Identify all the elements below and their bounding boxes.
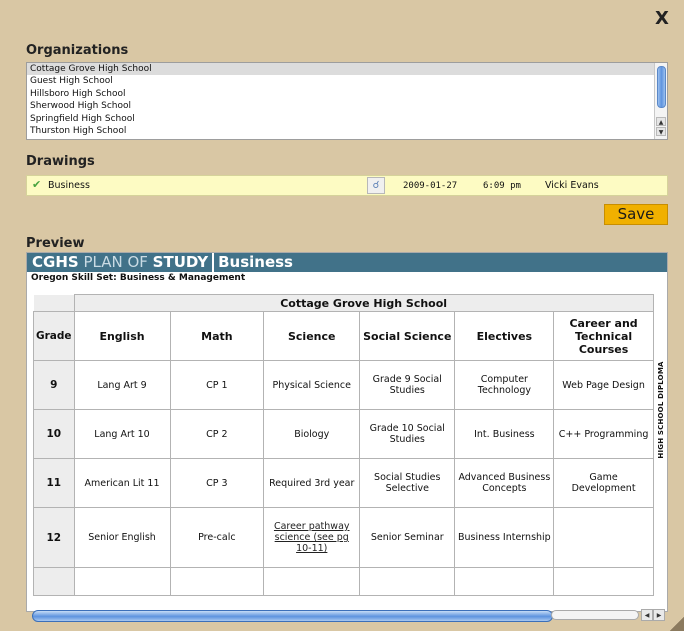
pathway-link-text[interactable]: Career pathway science (see pg 10-11) [274,521,350,554]
table-cell: Advanced Business Concepts [454,458,555,508]
preview-panel: CGHS PLAN OF STUDY Business Oregon Skill … [26,252,668,612]
table-row: 9 Lang Art 9 CP 1 Physical Science Grade… [33,360,668,410]
column-header: English [73,311,171,361]
scrollbar-thumb[interactable] [657,66,666,108]
column-header: Career and Technical Courses [553,311,654,361]
column-header: Social Science [359,311,456,361]
table-cell: Game Development [553,458,654,508]
drawings-title: Drawings [26,154,95,169]
table-cell: Grade 9 Social Studies [359,360,456,410]
grade-cell: 12 [33,507,75,568]
table-cell: Lang Art 9 [73,360,171,410]
banner-plan-of: PLAN OF [78,253,153,271]
banner-pathway: Business [218,253,293,271]
table-cell: Biology [263,409,361,459]
table-cell: Grade 10 Social Studies [359,409,456,459]
table-row: 11 American Lit 11 CP 3 Required 3rd yea… [33,458,668,508]
resize-grip-icon[interactable] [670,617,684,631]
table-cell [553,507,654,568]
skill-set-subtitle: Oregon Skill Set: Business & Management [31,273,246,283]
horizontal-scrollbar-track[interactable] [551,610,639,620]
grade-cell: 11 [33,458,75,508]
organization-item[interactable]: Sherwood High School [27,100,667,112]
table-cell: Senior Seminar [359,507,456,568]
school-header: Cottage Grove High School [73,294,654,312]
column-header: Grade [33,311,75,361]
table-cell: Lang Art 10 [73,409,171,459]
plan-table: Cottage Grove High School HIGH SCHOOL DI… [33,294,667,596]
table-cell: CP 2 [169,409,265,459]
scroll-up-arrow-icon[interactable]: ▲ [656,117,666,126]
table-cell: C++ Programming [553,409,654,459]
column-header: Science [263,311,361,361]
table-cell: Required 3rd year [263,458,361,508]
table-row: 12 Senior English Pre-calc Career pathwa… [33,507,668,568]
table-cell: Web Page Design [553,360,654,410]
table-cell: Social Studies Selective [359,458,456,508]
drawing-time: 6:09 pm [483,181,521,191]
organization-item[interactable]: Springfield High School [27,113,667,125]
horizontal-scrollbar-thumb[interactable] [32,610,553,622]
table-cell: Pre-calc [169,507,265,568]
drawing-name: Business [48,180,90,191]
organizations-title: Organizations [26,43,129,58]
drawing-author: Vicki Evans [545,180,599,191]
organization-item[interactable]: Guest High School [27,75,667,87]
scroll-right-arrow-icon[interactable]: ▶ [653,609,665,621]
organization-item[interactable]: Cottage Grove High School [27,63,667,76]
plan-banner: CGHS PLAN OF STUDY Business [27,253,667,272]
grade-cell: 9 [33,360,75,410]
table-header-row: Grade English Math Science Social Scienc… [33,311,668,361]
side-label: HIGH SCHOOL DIPLOMA [656,360,665,459]
grade-cell: 10 [33,409,75,459]
banner-study: STUDY [152,253,209,271]
organizations-list[interactable]: Cottage Grove High School Guest High Sch… [26,62,668,140]
banner-cghs: CGHS [32,253,79,271]
side-label-column: HIGH SCHOOL DIPLOMA [653,295,667,596]
table-cell: Business Internship [454,507,555,568]
column-header: Electives [454,311,555,361]
organization-item[interactable]: Thurston High School [27,125,667,137]
scroll-left-arrow-icon[interactable]: ◀ [641,609,653,621]
table-cell: Int. Business [454,409,555,459]
organizations-scrollbar[interactable]: ▲ ▼ [654,63,667,139]
scroll-down-arrow-icon[interactable]: ▼ [656,127,666,136]
magnifier-icon[interactable]: ☌ [367,177,385,194]
table-cell: CP 3 [169,458,265,508]
table-cell: CP 1 [169,360,265,410]
science-pathway-link[interactable]: Career pathway science (see pg 10-11) [263,507,361,568]
table-cell: American Lit 11 [73,458,171,508]
drawing-row[interactable]: ✔ Business ☌ 2009-01-27 6:09 pm Vicki Ev… [26,175,668,196]
table-cell: Computer Technology [454,360,555,410]
column-header: Math [169,311,265,361]
save-button[interactable]: Save [604,204,668,225]
table-cell: Senior English [73,507,171,568]
preview-title: Preview [26,236,85,251]
table-cell: Physical Science [263,360,361,410]
organization-item[interactable]: Hillsboro High School [27,88,667,100]
horizontal-scrollbar[interactable]: ◀ ▶ [29,609,669,622]
checkmark-icon: ✔ [32,178,42,191]
close-button[interactable]: X [655,8,669,29]
table-row-empty [33,567,668,596]
drawing-date: 2009-01-27 [403,181,458,191]
table-row: 10 Lang Art 10 CP 2 Biology Grade 10 Soc… [33,409,668,459]
